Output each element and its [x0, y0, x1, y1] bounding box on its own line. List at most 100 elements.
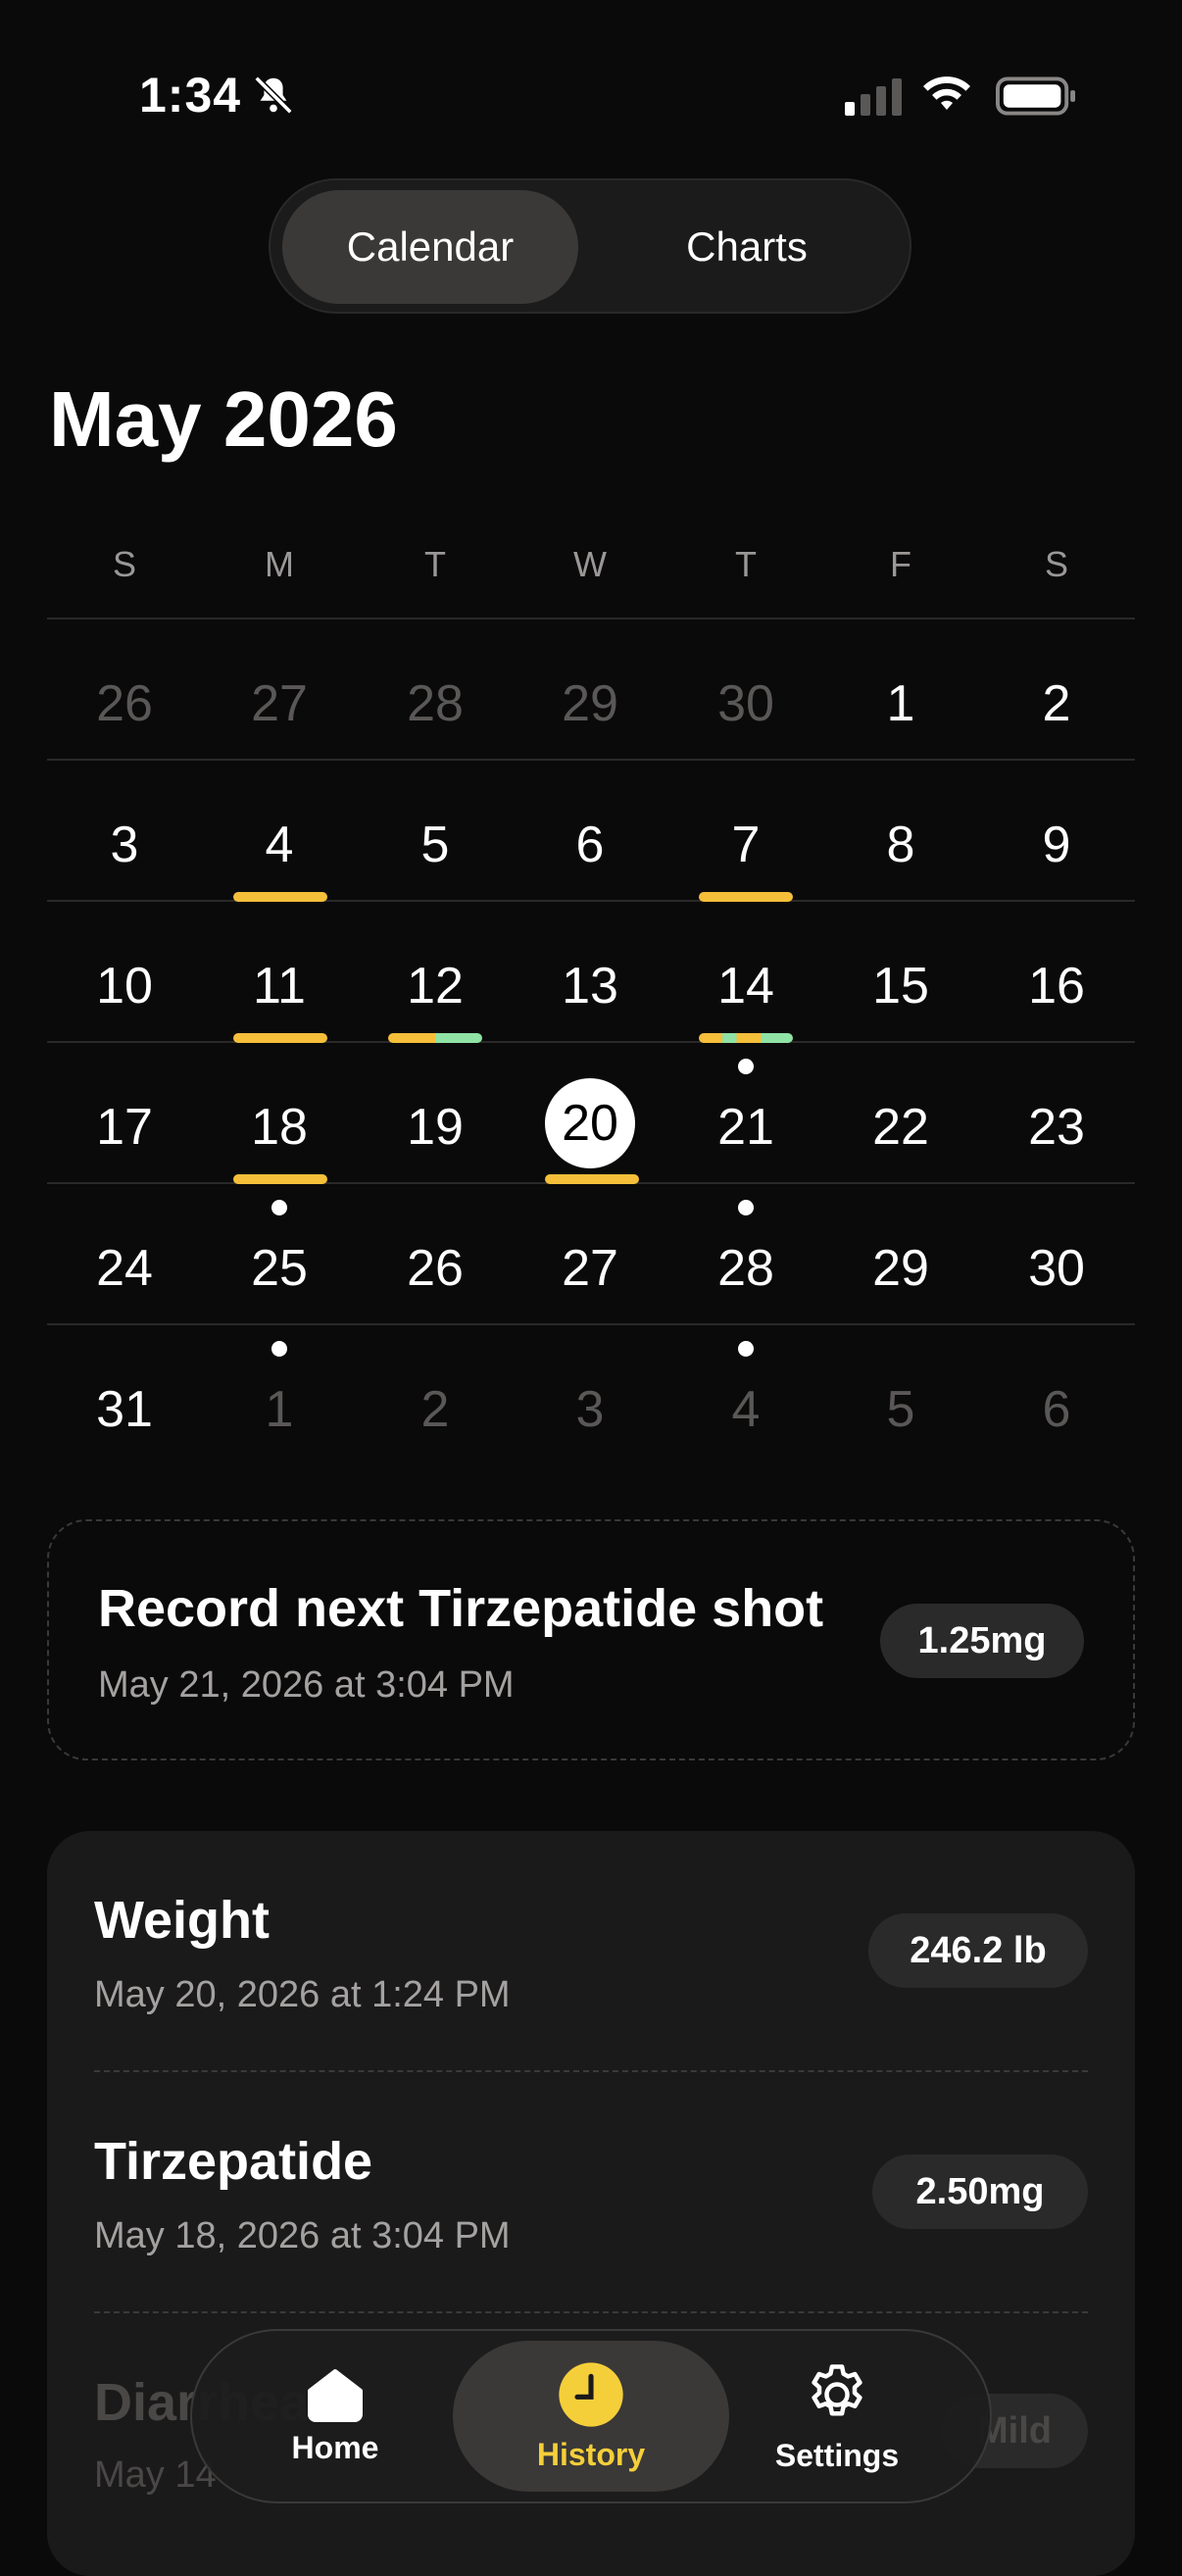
- calendar-day[interactable]: 31: [47, 1370, 202, 1449]
- event-dot: [738, 1059, 754, 1074]
- bottom-tab-bar: Home History Settings: [190, 2329, 992, 2503]
- calendar-day[interactable]: 15: [823, 947, 978, 1025]
- battery-icon: [996, 76, 1076, 116]
- tab-label: Settings: [774, 2437, 900, 2473]
- list-divider: [94, 2070, 1088, 2072]
- next-shot-subtitle: May 21, 2026 at 3:04 PM: [98, 1664, 515, 1706]
- calendar-day[interactable]: 24: [47, 1229, 202, 1308]
- calendar-divider: [47, 900, 1135, 902]
- silent-bell-icon: [254, 75, 293, 115]
- calendar-day[interactable]: 5: [823, 1370, 978, 1449]
- weekday-label: S: [112, 544, 136, 584]
- calendar-day[interactable]: 4: [202, 806, 357, 884]
- log-entry-subtitle: May 18, 2026 at 3:04 PM: [94, 2215, 511, 2256]
- calendar-day[interactable]: 26: [358, 1229, 513, 1308]
- tab-history[interactable]: History: [453, 2341, 729, 2492]
- list-divider: [94, 2311, 1088, 2313]
- calendar-day[interactable]: 14: [668, 947, 823, 1025]
- event-dot: [271, 1341, 287, 1357]
- weekday-header: S M T W T F S: [47, 544, 1135, 593]
- gear-icon: [812, 2363, 862, 2415]
- calendar-day-today[interactable]: 20: [513, 1084, 667, 1163]
- calendar-day[interactable]: 23: [979, 1088, 1134, 1166]
- calendar-day[interactable]: 27: [513, 1229, 667, 1308]
- calendar-day[interactable]: 19: [358, 1088, 513, 1166]
- calendar-day[interactable]: 29: [513, 665, 667, 743]
- month-title: May 2026: [49, 375, 398, 463]
- calendar-day[interactable]: 16: [979, 947, 1134, 1025]
- weekday-label: T: [735, 544, 757, 584]
- event-dot: [271, 1200, 287, 1215]
- weekday-label: S: [1044, 544, 1068, 584]
- calendar-day[interactable]: 3: [513, 1370, 667, 1449]
- calendar-day[interactable]: 29: [823, 1229, 978, 1308]
- calendar-day[interactable]: 7: [668, 806, 823, 884]
- next-shot-card[interactable]: Record next Tirzepatide shot May 21, 202…: [47, 1519, 1135, 1760]
- calendar-day[interactable]: 12: [358, 947, 513, 1025]
- calendar-day[interactable]: 21: [668, 1088, 823, 1166]
- calendar-day[interactable]: 5: [358, 806, 513, 884]
- tab-settings[interactable]: Settings: [739, 2341, 935, 2492]
- log-entry-title: Tirzepatide: [94, 2132, 373, 2191]
- dose-event-bar: [699, 892, 793, 902]
- calendar-day[interactable]: 30: [979, 1229, 1134, 1308]
- calendar-day[interactable]: 28: [358, 665, 513, 743]
- calendar-divider: [47, 618, 1135, 619]
- tab-label: History: [536, 2436, 646, 2472]
- calendar-day[interactable]: 28: [668, 1229, 823, 1308]
- tab-label: Home: [291, 2429, 379, 2465]
- calendar-day[interactable]: 17: [47, 1088, 202, 1166]
- calendar-day[interactable]: 18: [202, 1088, 357, 1166]
- calendar-day[interactable]: 8: [823, 806, 978, 884]
- calendar-day[interactable]: 27: [202, 665, 357, 743]
- calendar-day[interactable]: 2: [358, 1370, 513, 1449]
- calendar-divider: [47, 759, 1135, 761]
- calendar-day[interactable]: 13: [513, 947, 667, 1025]
- dose-badge: 1.25mg: [880, 1604, 1084, 1678]
- calendar-divider: [47, 1323, 1135, 1325]
- calendar-day[interactable]: 22: [823, 1088, 978, 1166]
- wifi-icon: [923, 76, 970, 110]
- event-dot: [738, 1341, 754, 1357]
- calendar-day[interactable]: 9: [979, 806, 1134, 884]
- calendar-day[interactable]: 11: [202, 947, 357, 1025]
- cellular-signal-icon: [845, 78, 902, 116]
- clock-icon: [559, 2361, 623, 2427]
- tab-home[interactable]: Home: [247, 2341, 423, 2492]
- calendar-divider: [47, 1041, 1135, 1043]
- calendar-day[interactable]: 30: [668, 665, 823, 743]
- weekday-label: F: [890, 544, 911, 584]
- status-time: 1:34: [139, 68, 242, 123]
- log-entry-subtitle: May 20, 2026 at 1:24 PM: [94, 1974, 511, 2015]
- weekday-label: W: [573, 544, 607, 584]
- event-dot: [738, 1200, 754, 1215]
- mixed-event-bar: [699, 1033, 793, 1043]
- calendar-day[interactable]: 10: [47, 947, 202, 1025]
- dose-event-bar: [233, 1033, 327, 1043]
- next-shot-title: Record next Tirzepatide shot: [98, 1579, 824, 1638]
- weekday-label: M: [265, 544, 294, 584]
- dose-event-bar: [233, 1174, 327, 1184]
- calendar-day[interactable]: 3: [47, 806, 202, 884]
- calendar-day[interactable]: 6: [979, 1370, 1134, 1449]
- calendar-day[interactable]: 26: [47, 665, 202, 743]
- dose-event-bar: [233, 892, 327, 902]
- status-bar: 1:34: [0, 0, 1182, 186]
- weekday-label: T: [424, 544, 446, 584]
- calendar-day[interactable]: 1: [823, 665, 978, 743]
- view-segmented-control: Calendar Charts: [269, 178, 911, 314]
- calendar-day[interactable]: 4: [668, 1370, 823, 1449]
- value-badge: 2.50mg: [872, 2155, 1088, 2229]
- charts-tab-button[interactable]: Charts: [594, 190, 900, 304]
- log-entry-subtitle: May 14: [94, 2454, 217, 2496]
- dose-event-bar: [545, 1174, 639, 1184]
- calendar-day[interactable]: 1: [202, 1370, 357, 1449]
- log-entry-title: Weight: [94, 1891, 270, 1950]
- calendar-day[interactable]: 25: [202, 1229, 357, 1308]
- calendar-day[interactable]: 2: [979, 665, 1134, 743]
- mixed-event-bar: [388, 1033, 482, 1043]
- value-badge: 246.2 lb: [868, 1913, 1088, 1988]
- home-icon: [308, 2368, 363, 2422]
- calendar-tab-button[interactable]: Calendar: [282, 190, 578, 304]
- calendar-day[interactable]: 6: [513, 806, 667, 884]
